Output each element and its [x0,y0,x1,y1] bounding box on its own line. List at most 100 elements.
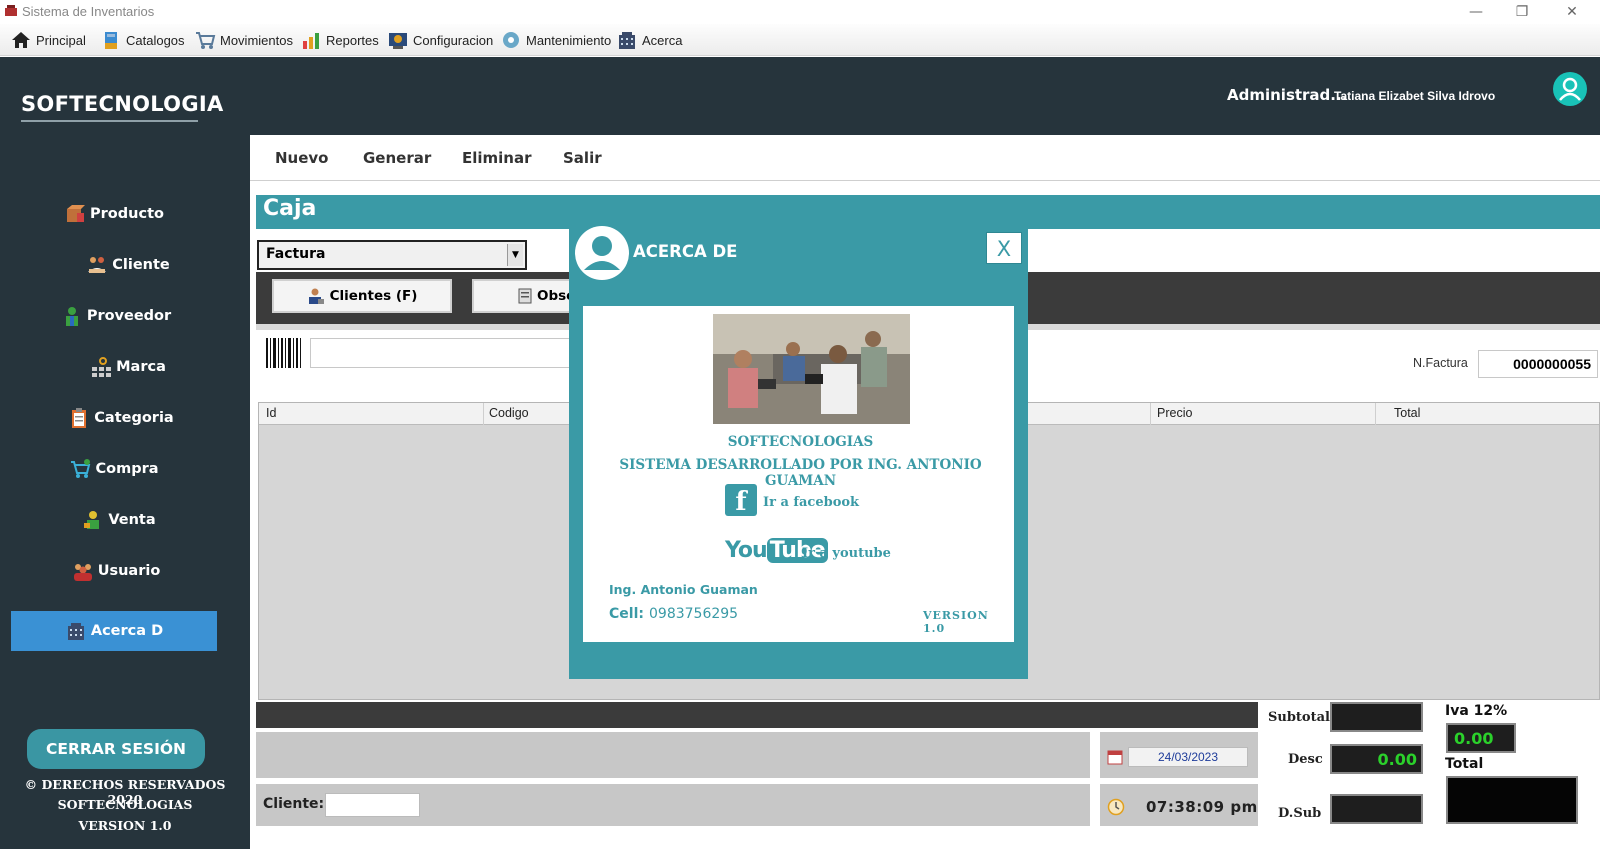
iva-field: 0.00 [1446,723,1516,753]
sidebar-item-label: Compra [95,461,159,477]
doc-type-value: Factura [266,246,326,262]
dsub-field [1330,794,1423,824]
sidebar-item-categoria[interactable]: Categoria [18,398,224,438]
config-icon [389,33,407,49]
doc-type-select[interactable]: Factura ▼ [257,240,527,270]
client-icon [88,257,107,273]
nfactura-field[interactable]: 0000000055 [1478,350,1598,378]
sidebar-item-label: Marca [116,359,166,375]
report-chart-icon [303,33,319,49]
youtube-you: You [725,538,768,563]
action-bar [250,135,1600,181]
cliente-label: Cliente: [263,796,325,812]
box-icon [67,205,86,222]
menu-label: Catalogos [126,32,185,48]
dialog-title: ACERCA DE [633,242,738,261]
sidebar-item-cliente[interactable]: Cliente [25,245,231,285]
salir-button[interactable]: Salir [563,149,602,167]
bottom-band [256,702,1258,728]
barcode-input[interactable] [310,338,570,368]
total-field [1446,776,1578,824]
about-dialog: ACERCA DE X SOFTECNOLOGIAS SISTEMA DESAR… [569,222,1028,679]
sidebar-item-label: Producto [90,206,164,222]
menu-label: Movimientos [220,32,293,48]
facebook-link[interactable]: Ir a facebook [763,495,859,510]
menu-principal[interactable]: Principal [10,28,86,52]
maintenance-icon [503,32,519,48]
sidebar-item-usuario[interactable]: Usuario [13,551,219,591]
company-name: SOFTECNOLOGIAS [57,797,193,812]
calendar-icon [1107,750,1123,765]
sidebar-item-acerca[interactable]: Acerca D [11,611,217,651]
barcode-icon [266,338,301,368]
col-total[interactable]: Total [1394,406,1420,420]
bottom-panel [256,732,1090,778]
subtotal-label: Subtotal [1268,710,1330,725]
menu-acerca[interactable]: Acerca [616,28,682,52]
menu-bar: Principal Catalogos Movimientos Reportes… [0,24,1600,56]
team-photo [713,314,910,424]
dialog-close-button[interactable]: X [986,232,1022,264]
sidebar-item-venta[interactable]: Venta [16,500,222,540]
col-divider [1375,403,1376,425]
cliente-input[interactable] [325,793,420,817]
client-icon [308,288,324,304]
col-codigo[interactable]: Codigo [489,406,529,420]
desc-field[interactable]: 0.00 [1330,744,1423,774]
iva-label: Iva 12% [1445,703,1508,719]
nfactura-label: N.Factura [1413,356,1468,370]
menu-mantenimiento[interactable]: Mantenimiento [500,28,611,52]
menu-label: Configuracion [413,32,494,48]
home-icon [12,32,30,48]
col-divider [1150,403,1151,425]
sale-icon [84,511,100,529]
observaciones-button[interactable]: Obse [472,279,575,313]
sidebar-item-label: Venta [108,512,156,528]
eliminar-button[interactable]: Eliminar [462,149,532,167]
subtotal-field [1330,702,1423,732]
col-divider [483,403,484,425]
col-id[interactable]: Id [266,406,276,420]
clientes-button[interactable]: Clientes (F) [272,279,452,313]
chevron-down-icon: ▼ [507,244,523,266]
caja-title: Caja [263,196,317,221]
building-icon [619,32,635,49]
desc-label: Desc [1288,752,1323,767]
sidebar-item-producto[interactable]: Producto [11,194,217,234]
cart-icon [196,32,216,49]
sidebar-item-compra[interactable]: Compra [11,449,217,489]
minimize-button[interactable]: — [1456,2,1496,22]
dialog-version: VERSION 1.0 [923,609,989,635]
building-icon [67,623,84,640]
generar-button[interactable]: Generar [363,149,431,167]
brand-title: SOFTECNOLOGIA [21,92,224,116]
facebook-icon[interactable]: f [725,484,757,517]
window-title: Sistema de Inventarios [22,4,155,19]
catalog-icon [105,32,117,49]
total-label: Total [1445,756,1484,772]
sidebar-item-label: Proveedor [86,308,172,324]
user-avatar-icon[interactable] [1553,72,1587,106]
dsub-label: D.Sub [1278,806,1322,821]
restore-button[interactable]: ❐ [1502,2,1542,22]
sidebar-item-label: Usuario [97,563,161,579]
clock-icon [1107,798,1125,816]
col-precio[interactable]: Precio [1157,406,1192,420]
sidebar-item-marca[interactable]: Marca [25,347,231,387]
date-field[interactable]: 24/03/2023 [1128,747,1248,767]
clipboard-icon [72,408,87,428]
app-icon [5,5,17,16]
sidebar-item-proveedor[interactable]: Proveedor [13,296,219,336]
logout-button[interactable]: CERRAR SESIÓN [27,729,205,769]
menu-reportes[interactable]: Reportes [300,28,379,52]
nuevo-button[interactable]: Nuevo [275,149,329,167]
menu-configuracion[interactable]: Configuracion [387,28,493,52]
supplier-icon [65,307,78,326]
close-window-button[interactable]: ✕ [1552,2,1592,22]
user-icon [575,226,629,280]
menu-movimientos[interactable]: Movimientos [194,28,293,52]
about-content: SOFTECNOLOGIAS SISTEMA DESARROLLADO POR … [581,304,1016,644]
youtube-link[interactable]: Ir a youtube [802,546,891,561]
menu-catalogos[interactable]: Catalogos [100,28,185,52]
user-name: Tatiana Elizabet Silva Idrovo [1334,89,1496,103]
